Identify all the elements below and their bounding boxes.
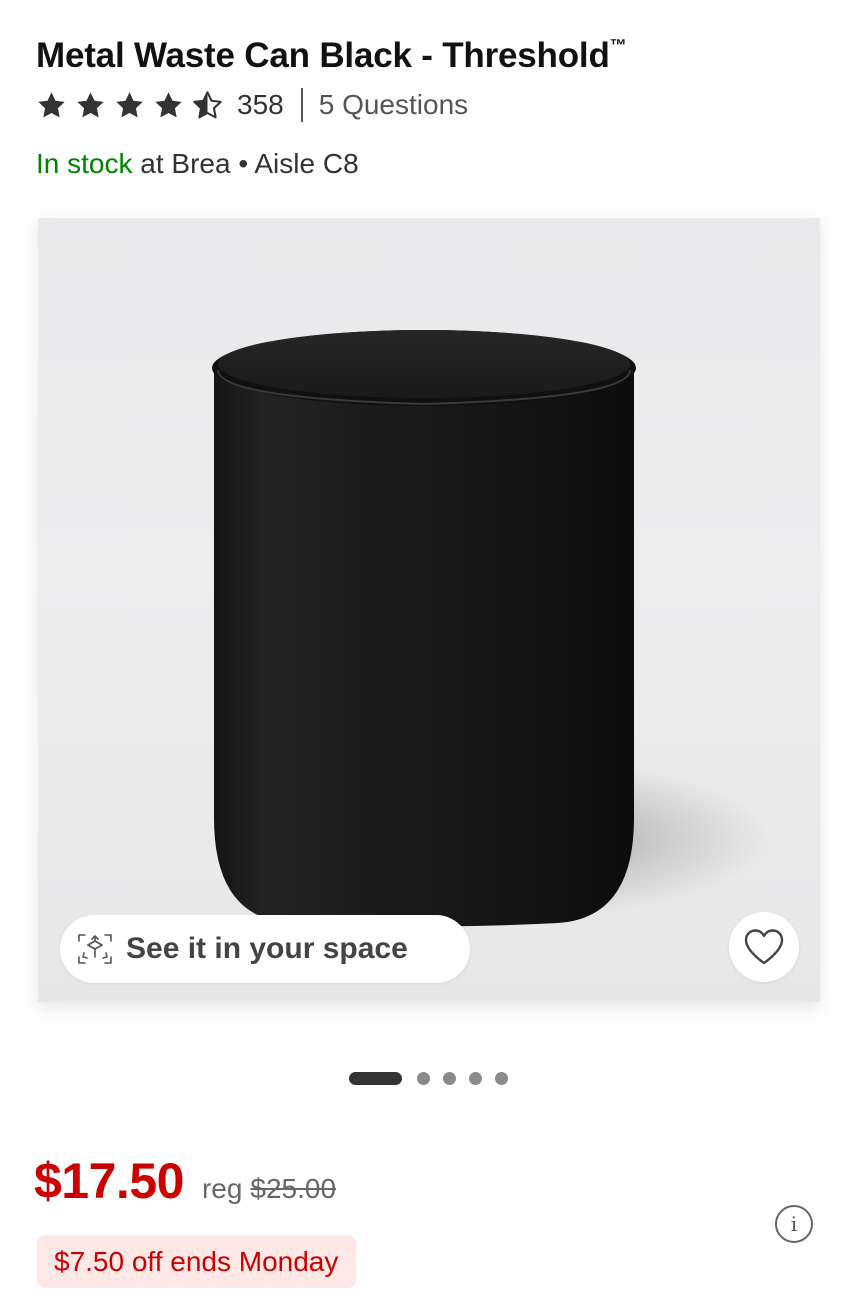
regular-price: $25.00: [250, 1173, 337, 1204]
carousel-dot-active[interactable]: [349, 1071, 402, 1085]
star-full-icon: [77, 91, 104, 117]
star-half-icon: [193, 90, 222, 118]
product-title-text: Metal Waste Can Black - Threshold: [36, 36, 610, 75]
aisle-location: Aisle C8: [254, 148, 359, 179]
star-full-icon: [38, 91, 65, 117]
availability-row[interactable]: In stock at Brea • Aisle C8: [36, 144, 359, 184]
info-icon[interactable]: i: [775, 1205, 813, 1243]
regular-price-label: reg: [201, 1173, 243, 1204]
rating-row: 358 5 Questions: [36, 84, 468, 126]
rating-divider: [300, 88, 303, 122]
price-row: $17.50 reg $25.00: [34, 1152, 336, 1210]
product-image-gallery[interactable]: See it in your space: [38, 218, 820, 1002]
ar-cube-icon: [78, 934, 112, 964]
promo-badge: $7.50 off ends Monday: [37, 1235, 357, 1288]
carousel-indicator[interactable]: [349, 1071, 508, 1085]
stock-status: In stock: [36, 148, 133, 179]
star-full-icon: [116, 91, 143, 117]
see-in-space-button[interactable]: See it in your space: [60, 915, 470, 983]
questions-link[interactable]: 5 Questions: [319, 89, 468, 121]
info-glyph: i: [790, 1212, 798, 1236]
rating-count[interactable]: 358: [237, 89, 284, 121]
carousel-dot[interactable]: [417, 1071, 430, 1085]
sale-price: $17.50: [34, 1153, 184, 1209]
product-title: Metal Waste Can Black - Threshold™: [36, 22, 836, 80]
trademark-symbol: ™: [609, 36, 627, 55]
see-in-space-label: See it in your space: [126, 932, 408, 965]
carousel-dot[interactable]: [495, 1071, 508, 1085]
heart-icon: [744, 929, 784, 965]
star-full-icon: [155, 91, 182, 117]
carousel-dot[interactable]: [443, 1071, 456, 1085]
product-image: [212, 330, 768, 927]
separator-dot: •: [238, 148, 249, 179]
carousel-dot[interactable]: [469, 1071, 482, 1085]
star-rating[interactable]: [36, 90, 231, 121]
store-location: at Brea: [140, 148, 231, 179]
favorite-button[interactable]: [729, 912, 799, 982]
